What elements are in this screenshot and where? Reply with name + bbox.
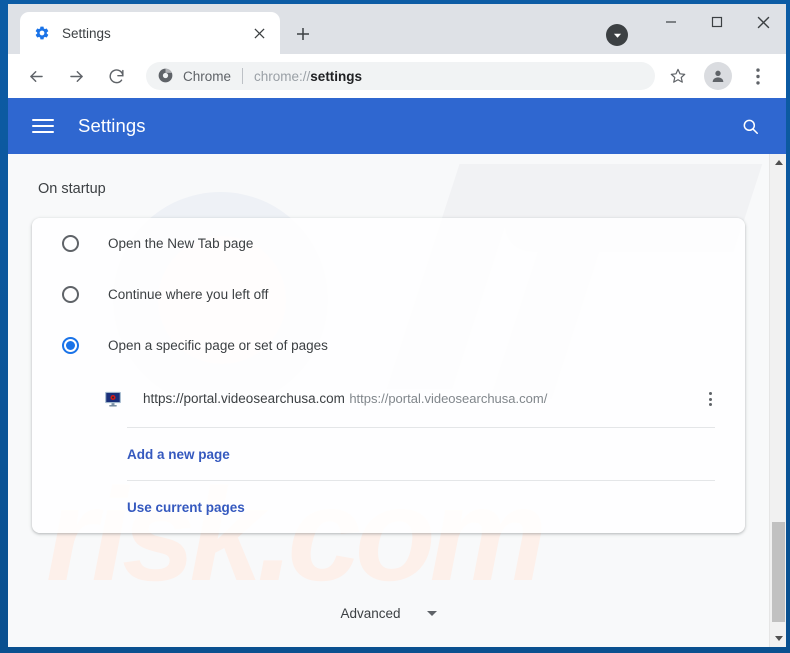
omnibox-url-text: chrome://settings [254, 69, 362, 84]
startup-option-specific-pages[interactable]: Open a specific page or set of pages [32, 320, 745, 371]
reload-icon[interactable] [101, 61, 131, 91]
settings-scroll-area: On startup Open the New Tab page Continu… [8, 154, 769, 647]
back-arrow-icon[interactable] [21, 61, 51, 91]
omnibox-url-page: settings [310, 68, 363, 84]
address-bar[interactable]: Chrome chrome://settings [146, 62, 655, 90]
scrollbar-thumb[interactable] [772, 522, 785, 622]
close-icon[interactable] [248, 22, 270, 44]
three-dot-menu-icon[interactable] [743, 61, 773, 91]
use-current-pages-button[interactable]: Use current pages [32, 481, 745, 533]
hamburger-menu-icon[interactable] [32, 115, 54, 137]
tab-title: Settings [62, 25, 111, 41]
new-tab-button[interactable] [290, 21, 316, 47]
settings-page: Settings risk.com On startup Open the Ne… [8, 98, 786, 647]
startup-page-url: https://portal.videosearchusa.com/ [349, 391, 548, 406]
profile-chip-icon[interactable] [606, 24, 628, 46]
startup-page-texts: https://portal.videosearchusa.com https:… [143, 390, 697, 408]
startup-page-title: https://portal.videosearchusa.com [143, 391, 345, 406]
tab-strip: Settings [8, 4, 786, 54]
scroll-up-arrow-icon[interactable] [770, 154, 786, 171]
startup-option-label: Open the New Tab page [108, 236, 254, 251]
page-title: Settings [78, 115, 146, 136]
chevron-down-icon [426, 611, 437, 616]
settings-scrollbar[interactable] [769, 154, 786, 647]
search-icon[interactable] [738, 114, 762, 138]
advanced-expand-button[interactable]: Advanced [8, 606, 769, 621]
radio-button[interactable] [62, 286, 79, 303]
add-page-link-label: Add a new page [127, 446, 230, 462]
startup-option-continue[interactable]: Continue where you left off [32, 269, 745, 320]
section-heading-on-startup: On startup [38, 181, 106, 197]
use-current-pages-link-label: Use current pages [127, 499, 245, 515]
site-identity-label: Chrome [183, 68, 232, 84]
startup-option-new-tab[interactable]: Open the New Tab page [32, 218, 745, 269]
browser-tab-settings[interactable]: Settings [20, 12, 280, 54]
close-window-button[interactable] [740, 4, 786, 40]
chrome-logo-icon [158, 68, 174, 84]
startup-option-label: Open a specific page or set of pages [108, 338, 328, 353]
gear-icon [34, 25, 50, 41]
maximize-button[interactable] [694, 4, 740, 40]
monitor-site-icon [104, 390, 122, 408]
startup-page-row: https://portal.videosearchusa.com https:… [32, 371, 745, 427]
forward-arrow-icon[interactable] [61, 61, 91, 91]
startup-option-label: Continue where you left off [108, 287, 269, 302]
window-controls [648, 4, 786, 50]
three-dot-menu-icon[interactable] [697, 386, 723, 412]
browser-window: Settings Chrome chrome://settings Settin… [0, 0, 790, 653]
settings-header-bar: Settings [8, 98, 786, 154]
minimize-button[interactable] [648, 4, 694, 40]
add-a-new-page-button[interactable]: Add a new page [32, 428, 745, 480]
radio-button-selected[interactable] [62, 337, 79, 354]
profile-avatar-icon[interactable] [704, 62, 732, 90]
advanced-label: Advanced [340, 606, 401, 621]
on-startup-card: Open the New Tab page Continue where you… [32, 218, 745, 533]
radio-button[interactable] [62, 235, 79, 252]
scroll-down-arrow-icon[interactable] [770, 630, 786, 647]
bookmark-star-icon[interactable] [663, 61, 693, 91]
omnibox-divider [242, 68, 244, 84]
omnibox-url-prefix: chrome:// [254, 68, 311, 84]
browser-toolbar: Chrome chrome://settings [8, 54, 786, 98]
settings-content: risk.com On startup Open the New Tab pag… [8, 154, 786, 647]
browser-window-content: Settings Chrome chrome://settings Settin… [8, 4, 786, 647]
